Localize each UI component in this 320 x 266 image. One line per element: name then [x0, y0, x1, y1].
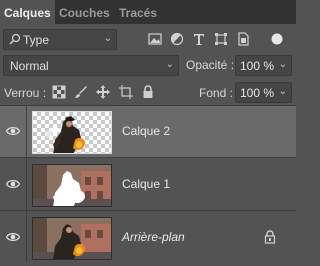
- lock-transparent-pixels-icon[interactable]: [52, 85, 66, 99]
- chevron-down-icon: ⌄: [165, 59, 174, 70]
- tab-couches[interactable]: Couches: [59, 0, 115, 24]
- separator: [26, 106, 27, 158]
- layer-row-arriere-plan[interactable]: Arrière-plan: [0, 212, 296, 264]
- pixel-filter-icon[interactable]: [148, 32, 162, 46]
- chevron-down-icon: ⌄: [103, 33, 112, 44]
- adjustment-filter-icon[interactable]: [170, 32, 184, 46]
- filter-toggle-icon[interactable]: [270, 32, 284, 46]
- layer-row-calque-2[interactable]: Calque 2: [0, 106, 296, 158]
- tab-calques[interactable]: Calques: [0, 0, 55, 24]
- tab-traces[interactable]: Tracés: [119, 0, 159, 24]
- layer-name[interactable]: Calque 1: [122, 177, 170, 191]
- blend-mode-label: Normal: [10, 59, 49, 73]
- eye-icon[interactable]: [6, 177, 20, 191]
- lock-all-icon[interactable]: [141, 85, 155, 99]
- lock-label: Verrou :: [4, 86, 47, 100]
- blend-row: Normal ⌄ Opacité : 100 % ⌄: [0, 55, 296, 77]
- fill-field[interactable]: 100 % ⌄: [235, 82, 292, 103]
- lock-icon[interactable]: [264, 230, 276, 244]
- layer-thumbnail[interactable]: [32, 164, 112, 207]
- chevron-down-icon[interactable]: ⌄: [279, 86, 287, 97]
- opacity-field[interactable]: 100 % ⌄: [235, 55, 292, 76]
- layer-name[interactable]: Calque 2: [122, 124, 170, 138]
- thumbnail-scene-image: [33, 165, 111, 206]
- eye-icon[interactable]: [6, 230, 20, 244]
- layer-thumbnail[interactable]: [32, 217, 112, 260]
- smart-object-filter-icon[interactable]: [236, 32, 250, 46]
- thumbnail-photo-image: [33, 218, 111, 259]
- lock-image-pixels-icon[interactable]: [74, 85, 88, 99]
- lock-row: Verrou : Fond : 100 % ⌄: [0, 82, 296, 104]
- separator: [26, 212, 27, 264]
- layer-name[interactable]: Arrière-plan: [122, 230, 185, 244]
- opacity-value: 100 %: [240, 59, 275, 73]
- filter-kind-select[interactable]: Type ⌄: [3, 29, 117, 50]
- panel-tab-bar: Calques Couches Tracés: [0, 0, 296, 24]
- text-filter-icon[interactable]: [192, 32, 206, 46]
- chevron-down-icon[interactable]: ⌄: [279, 59, 287, 70]
- layer-filter-row: Type ⌄: [0, 27, 296, 53]
- shape-filter-icon[interactable]: [214, 32, 228, 46]
- lock-artboard-icon[interactable]: [119, 85, 133, 99]
- fill-value: 100 %: [240, 86, 275, 100]
- panel-bottom: [0, 262, 296, 266]
- fill-label: Fond :: [199, 86, 234, 100]
- layer-row-calque-1[interactable]: Calque 1: [0, 159, 296, 211]
- search-icon: [9, 33, 21, 45]
- filter-kind-label: Type: [23, 33, 50, 47]
- separator: [26, 159, 27, 211]
- blend-mode-select[interactable]: Normal ⌄: [3, 55, 179, 76]
- opacity-label: Opacité :: [186, 58, 235, 72]
- layer-thumbnail[interactable]: [32, 111, 112, 154]
- thumbnail-figure-image: [45, 116, 85, 153]
- lock-position-icon[interactable]: [96, 85, 110, 99]
- eye-icon[interactable]: [6, 124, 20, 138]
